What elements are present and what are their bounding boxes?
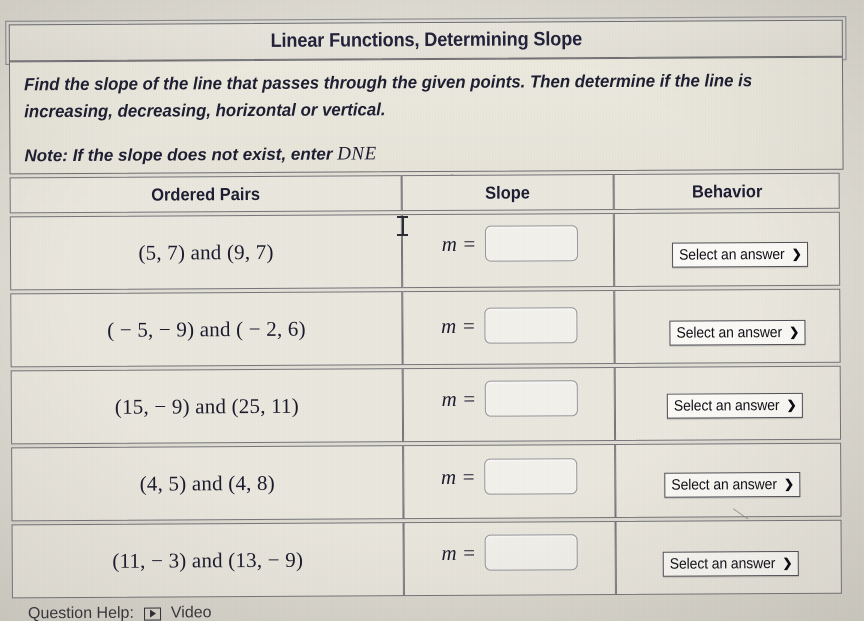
question-help-label: Question Help: — [27, 604, 134, 621]
slope-input[interactable] — [485, 380, 579, 417]
play-video-icon[interactable] — [143, 607, 161, 621]
table-row: (5, 7) and (9, 7) m = Select an answer ❯ — [9, 211, 841, 291]
table-row: (11, − 3) and (13, − 9) m = Select an an… — [11, 519, 842, 599]
table-row: (15, − 9) and (25, 11) m = Select an ans… — [10, 365, 842, 445]
instructions-panel: Find the slope of the line that passes t… — [8, 56, 844, 179]
slope-entry: m = — [441, 380, 579, 417]
ordered-pairs-text: (15, − 9) and (25, 11) — [114, 393, 299, 419]
text-cursor-icon — [397, 216, 408, 236]
worksheet-page: Linear Functions, Determining Slope Find… — [0, 0, 864, 621]
slope-prefix: m = — [441, 540, 477, 565]
table-header-row: Ordered Pairs Slope Behavior — [9, 172, 840, 214]
chevron-down-icon: ❯ — [783, 476, 795, 492]
note-text: If the slope does not exist, enter — [72, 144, 333, 166]
chevron-down-icon: ❯ — [791, 246, 802, 261]
behavior-select-label: Select an answer — [669, 554, 776, 573]
slope-entry: m = — [442, 225, 579, 262]
slope-entry: m = — [441, 458, 578, 495]
chevron-down-icon: ❯ — [789, 324, 800, 340]
cell-slope: m = — [402, 289, 615, 366]
note-math-dne: DNE — [337, 143, 377, 165]
behavior-select-label: Select an answer — [674, 396, 780, 415]
cell-ordered-pairs: ( − 5, − 9) and ( − 2, 6) — [10, 291, 403, 368]
cell-slope: m = — [403, 520, 616, 597]
header-behavior: Behavior — [613, 172, 840, 210]
note-label: Note: — [24, 146, 68, 166]
cell-behavior: Select an answer ❯ — [615, 442, 842, 518]
behavior-select[interactable]: Select an answer ❯ — [672, 241, 808, 268]
cell-ordered-pairs: (4, 5) and (4, 8) — [11, 445, 404, 522]
cell-ordered-pairs: (5, 7) and (9, 7) — [9, 214, 403, 291]
cell-behavior: Select an answer ❯ — [613, 211, 841, 287]
ordered-pairs-text: (5, 7) and (9, 7) — [138, 239, 274, 265]
chevron-down-icon: ❯ — [782, 555, 793, 571]
question-help-bar: Question Help: Video — [28, 604, 212, 621]
slope-input[interactable] — [484, 458, 578, 495]
slope-input[interactable] — [484, 534, 579, 571]
slope-prefix: m = — [441, 386, 477, 411]
slope-prefix: m = — [440, 464, 476, 489]
table-row: ( − 5, − 9) and ( − 2, 6) m = Select an … — [10, 288, 841, 368]
header-label: Behavior — [691, 180, 762, 202]
header-label: Slope — [485, 181, 531, 203]
page-title: Linear Functions, Determining Slope — [270, 28, 582, 52]
ordered-pairs-text: ( − 5, − 9) and ( − 2, 6) — [107, 316, 306, 342]
cell-ordered-pairs: (15, − 9) and (25, 11) — [10, 368, 404, 445]
cell-behavior: Select an answer ❯ — [614, 288, 841, 364]
cell-behavior: Select an answer ❯ — [615, 519, 842, 595]
instruction-line-2: increasing, decreasing, horizontal or ve… — [24, 98, 386, 121]
header-label: Ordered Pairs — [151, 183, 261, 205]
slope-entry: m = — [441, 534, 579, 571]
slope-table: Ordered Pairs Slope Behavior (5, 7) and … — [9, 172, 842, 599]
behavior-select-label: Select an answer — [676, 323, 783, 342]
video-link[interactable]: Video — [171, 604, 212, 621]
slope-prefix: m = — [441, 313, 476, 338]
cell-slope: m = — [401, 212, 615, 289]
slope-input[interactable] — [484, 307, 578, 344]
slope-prefix: m = — [441, 231, 477, 256]
slope-entry: m = — [441, 307, 578, 344]
slope-input[interactable] — [485, 225, 579, 262]
behavior-select-label: Select an answer — [671, 475, 778, 494]
header-ordered-pairs: Ordered Pairs — [9, 175, 402, 214]
cell-ordered-pairs: (11, − 3) and (13, − 9) — [11, 522, 404, 599]
behavior-select[interactable]: Select an answer ❯ — [662, 550, 799, 577]
behavior-select[interactable]: Select an answer ❯ — [667, 392, 803, 419]
ordered-pairs-text: (4, 5) and (4, 8) — [139, 470, 275, 496]
header-slope: Slope — [401, 173, 614, 212]
cell-behavior: Select an answer ❯ — [614, 365, 842, 441]
ordered-pairs-text: (11, − 3) and (13, − 9) — [112, 547, 304, 573]
cell-slope: m = — [403, 443, 616, 520]
behavior-select[interactable]: Select an answer ❯ — [669, 319, 806, 346]
behavior-select-label: Select an answer — [679, 245, 785, 264]
question-title-bar: Linear Functions, Determining Slope — [8, 19, 843, 62]
chevron-down-icon: ❯ — [786, 397, 797, 413]
cell-slope: m = — [402, 366, 616, 443]
worksheet-sheet: Linear Functions, Determining Slope Find… — [0, 0, 864, 621]
table-row: (4, 5) and (4, 8) m = Select an answer ❯ — [11, 442, 842, 522]
instruction-note: Note: If the slope does not exist, enter… — [24, 143, 376, 167]
behavior-select[interactable]: Select an answer ❯ — [664, 471, 801, 498]
